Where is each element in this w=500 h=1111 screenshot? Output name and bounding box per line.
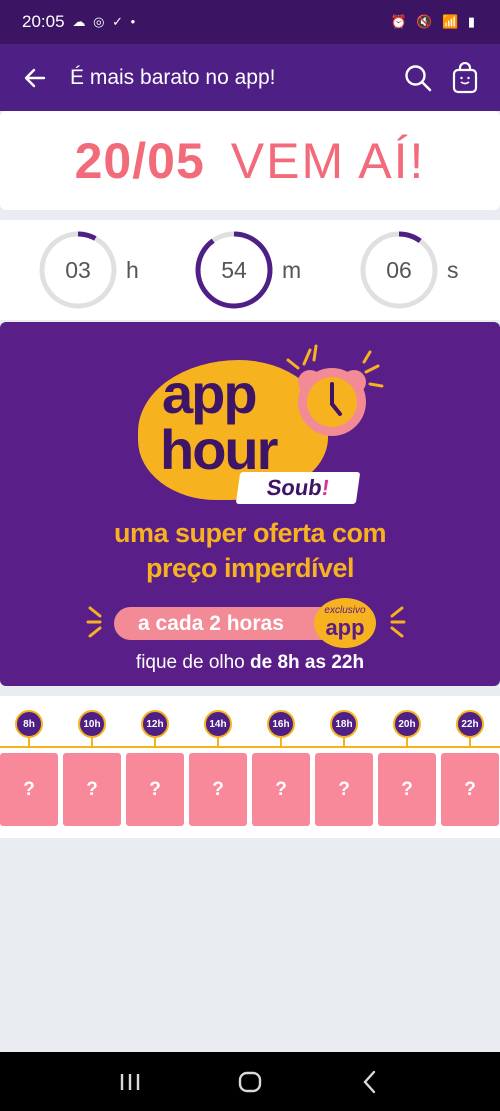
hour-stem <box>469 738 471 748</box>
hour-badge: 12h <box>141 710 169 738</box>
seconds-ring: 06 <box>359 230 439 310</box>
home-icon <box>238 1071 262 1092</box>
hour-marker: 22h <box>456 710 486 750</box>
hour-marker: 20h <box>393 710 423 750</box>
countdown-seconds: 06 s <box>359 230 459 310</box>
launch-headline: 20/05 VEM AÍ! <box>0 111 500 210</box>
minutes-ring: 54 <box>194 230 274 310</box>
logo-app-text: app <box>162 362 258 425</box>
notification-icons: ☁ ◎ ✓ • <box>72 14 138 29</box>
hours-unit: h <box>126 256 139 283</box>
tagline-line-1: uma super oferta com <box>113 518 387 548</box>
hour-stem <box>154 738 156 748</box>
footnote-prefix: fique de olho <box>135 652 251 673</box>
hours-value: 03 <box>65 256 91 283</box>
hourly-offers-timeline: 8h? 10h? 12h? 14h? 16h? 18h? 20h? 22h? <box>0 696 500 838</box>
brand-badge: Soub! <box>235 472 361 504</box>
launch-date: 20/05 <box>74 132 205 189</box>
timeline-line <box>0 746 500 748</box>
hour-marker: 18h <box>330 710 360 750</box>
recent-apps-button[interactable] <box>110 1062 150 1102</box>
hour-stem <box>91 738 93 748</box>
hour-marker: 14h <box>204 710 234 750</box>
hour-marker: 8h <box>15 710 45 750</box>
hour-badge: 20h <box>393 710 421 738</box>
minutes-unit: m <box>282 256 302 283</box>
system-nav-bar <box>0 1052 500 1111</box>
hour-marker: 16h <box>267 710 297 750</box>
back-icon <box>363 1070 376 1093</box>
hour-stem <box>280 738 282 748</box>
tagline-line-2: preço imperdível <box>145 553 355 583</box>
hour-stem <box>217 738 219 748</box>
hour-badge: 18h <box>330 710 358 738</box>
shopping-bag-icon[interactable] <box>452 61 478 94</box>
hour-badge: 16h <box>267 710 295 738</box>
system-icons: ⏰ 🔇 📶 ▮ <box>390 14 478 29</box>
exclusive-app-label: app <box>325 615 365 640</box>
mystery-offer-card[interactable]: ? <box>0 753 58 826</box>
back-nav-button[interactable] <box>350 1062 390 1102</box>
alarm-clock-icon <box>286 344 384 436</box>
exclusive-app-badge: exclusivo app <box>314 598 376 648</box>
search-icon[interactable] <box>404 64 432 92</box>
hour-marker: 10h <box>78 710 108 750</box>
mystery-offer-card[interactable]: ? <box>315 753 373 826</box>
countdown-hours: 03 h <box>38 230 139 310</box>
hour-marker: 12h <box>141 710 171 750</box>
countdown-timer: 03 h 54 m 06 s <box>0 220 500 320</box>
home-button[interactable] <box>230 1062 270 1102</box>
app-bar: É mais barato no app! <box>0 44 500 111</box>
spark-right-icon <box>390 606 406 638</box>
hours-ring: 03 <box>38 230 118 310</box>
page-title: É mais barato no app! <box>70 65 276 89</box>
mystery-offer-card[interactable]: ? <box>63 753 121 826</box>
seconds-unit: s <box>447 256 459 283</box>
hour-badge: 8h <box>15 710 43 738</box>
countdown-minutes: 54 m <box>194 230 301 310</box>
hour-badge: 10h <box>78 710 106 738</box>
minutes-value: 54 <box>221 256 247 283</box>
brand-name: Soub <box>265 475 324 500</box>
recent-apps-icon <box>120 1073 140 1090</box>
hour-badge: 14h <box>204 710 232 738</box>
hour-stem <box>343 738 345 748</box>
mystery-offer-card[interactable]: ? <box>126 753 184 826</box>
hour-stem <box>406 738 408 748</box>
banner-tagline: uma super oferta com preço imperdível <box>0 516 500 586</box>
mystery-offer-card[interactable]: ? <box>441 753 499 826</box>
mystery-offer-card[interactable]: ? <box>189 753 247 826</box>
app-hour-banner[interactable]: app hour Soub! uma super oferta com preç… <box>0 322 500 686</box>
seconds-value: 06 <box>386 256 412 283</box>
coming-text: VEM AÍ! <box>230 132 426 189</box>
mystery-offer-card[interactable]: ? <box>252 753 310 826</box>
status-time: 20:05 <box>22 12 65 31</box>
hour-badge: 22h <box>456 710 484 738</box>
arrow-left-icon <box>24 68 46 87</box>
banner-footnote: fique de olho de 8h as 22h <box>0 652 500 674</box>
mystery-offer-card[interactable]: ? <box>378 753 436 826</box>
logo-hour-text: hour <box>160 418 278 481</box>
status-bar: 20:05 ☁ ◎ ✓ • ⏰ 🔇 📶 ▮ <box>0 0 500 44</box>
hour-stem <box>28 738 30 748</box>
back-button[interactable] <box>0 67 70 89</box>
footnote-hours: de 8h as 22h <box>250 652 365 673</box>
spark-left-icon <box>86 606 102 638</box>
